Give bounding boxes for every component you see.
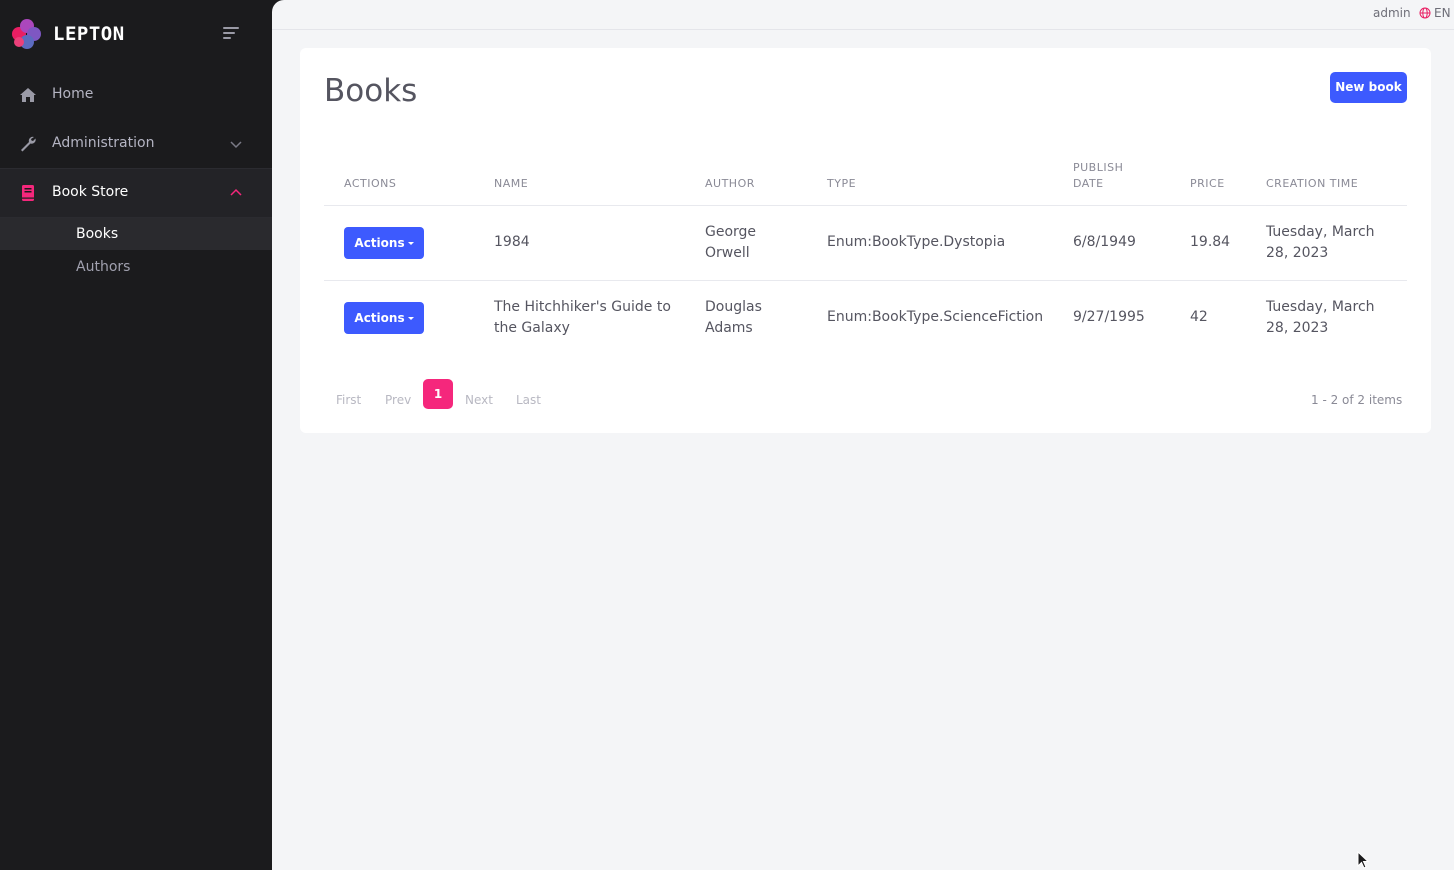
header-line: DATE (1073, 177, 1104, 190)
column-header-type[interactable]: TYPE (827, 176, 856, 192)
cell-type: Enum:BookType.Dystopia (827, 234, 1006, 250)
mouse-cursor-icon (1357, 851, 1370, 869)
globe-icon (1419, 7, 1431, 19)
topbar: admin EN (272, 0, 1454, 30)
cell-author: Douglas Adams (705, 297, 762, 339)
pagination-first[interactable]: First (336, 393, 361, 407)
brand[interactable]: LEPTON (10, 17, 125, 51)
pagination-prev[interactable]: Prev (385, 393, 411, 407)
language-label: EN (1434, 6, 1451, 20)
books-card: Books New book ACTIONS NAME AUTHOR TYPE … (300, 48, 1431, 433)
sidebar-item-label: Book Store (52, 184, 129, 200)
header-divider (324, 205, 1407, 206)
cell-price: 42 (1190, 309, 1208, 325)
home-icon (20, 88, 36, 102)
sidebar-subitem-label: Books (76, 226, 119, 242)
language-selector[interactable]: EN (1419, 6, 1451, 20)
header-line: PUBLISH (1073, 161, 1124, 174)
sidebar: LEPTON Home Administration Book Store Bo… (0, 0, 272, 870)
sidebar-subitem-books[interactable]: Books (0, 218, 272, 250)
cell-publish-date: 6/8/1949 (1073, 234, 1136, 250)
cell-line: 28, 2023 (1266, 245, 1329, 261)
page-title: Books (324, 73, 418, 109)
caret-down-icon (407, 242, 414, 245)
chevron-up-icon (230, 188, 242, 196)
sidebar-item-administration[interactable]: Administration (0, 120, 272, 168)
cell-type: Enum:BookType.ScienceFiction (827, 309, 1044, 325)
row-divider (324, 280, 1407, 281)
sidebar-subitem-authors[interactable]: Authors (0, 251, 272, 283)
sidebar-subitem-label: Authors (76, 259, 131, 275)
cell-name: 1984 (494, 234, 530, 250)
column-header-name[interactable]: NAME (494, 176, 528, 192)
new-book-button[interactable]: New book (1330, 72, 1407, 103)
menu-toggle-icon[interactable] (223, 27, 239, 39)
cell-line: The Hitchhiker's Guide to (494, 299, 671, 315)
cell-creation-time: Tuesday, March 28, 2023 (1266, 222, 1375, 264)
sidebar-item-label: Home (52, 86, 94, 102)
cell-creation-time: Tuesday, March 28, 2023 (1266, 297, 1375, 339)
sidebar-item-book-store[interactable]: Book Store (0, 168, 272, 218)
column-header-creation-time[interactable]: CREATION TIME (1266, 176, 1358, 192)
actions-label: Actions (354, 236, 405, 250)
cell-name: The Hitchhiker's Guide to the Galaxy (494, 297, 671, 339)
cell-author: George Orwell (705, 222, 756, 264)
sidebar-item-home[interactable]: Home (0, 71, 272, 119)
user-menu[interactable]: admin (1373, 6, 1411, 20)
column-header-author[interactable]: AUTHOR (705, 176, 755, 192)
row-actions-button[interactable]: Actions (344, 302, 424, 334)
column-header-actions: ACTIONS (344, 177, 397, 190)
column-header-price[interactable]: PRICE (1190, 176, 1225, 192)
cell-price: 19.84 (1190, 234, 1231, 250)
column-header-publish-date[interactable]: PUBLISH DATE (1073, 160, 1123, 192)
cell-line: George (705, 224, 757, 240)
pagination-current-page[interactable]: 1 (423, 379, 453, 409)
pagination-info: 1 - 2 of 2 items (1311, 393, 1403, 407)
chevron-down-icon (230, 141, 242, 149)
main-content: admin EN Books New book ACTIONS NAME AUT… (272, 0, 1454, 870)
cell-line: Tuesday, March (1266, 299, 1375, 315)
lepton-logo-icon (10, 17, 44, 51)
pagination-next[interactable]: Next (465, 393, 493, 407)
cell-line: Tuesday, March (1266, 224, 1375, 240)
cell-line: Douglas (705, 299, 762, 315)
sidebar-item-label: Administration (52, 135, 155, 151)
cell-line: Orwell (705, 245, 750, 261)
row-actions-button[interactable]: Actions (344, 227, 424, 259)
cell-line: the Galaxy (494, 320, 570, 336)
cell-publish-date: 9/27/1995 (1073, 309, 1145, 325)
cell-line: Adams (705, 320, 753, 336)
caret-down-icon (407, 317, 414, 320)
cell-line: 28, 2023 (1266, 320, 1329, 336)
brand-name: LEPTON (53, 23, 125, 45)
pagination-last[interactable]: Last (516, 393, 541, 407)
actions-label: Actions (354, 311, 405, 325)
book-icon (22, 185, 34, 201)
wrench-icon (21, 136, 36, 152)
